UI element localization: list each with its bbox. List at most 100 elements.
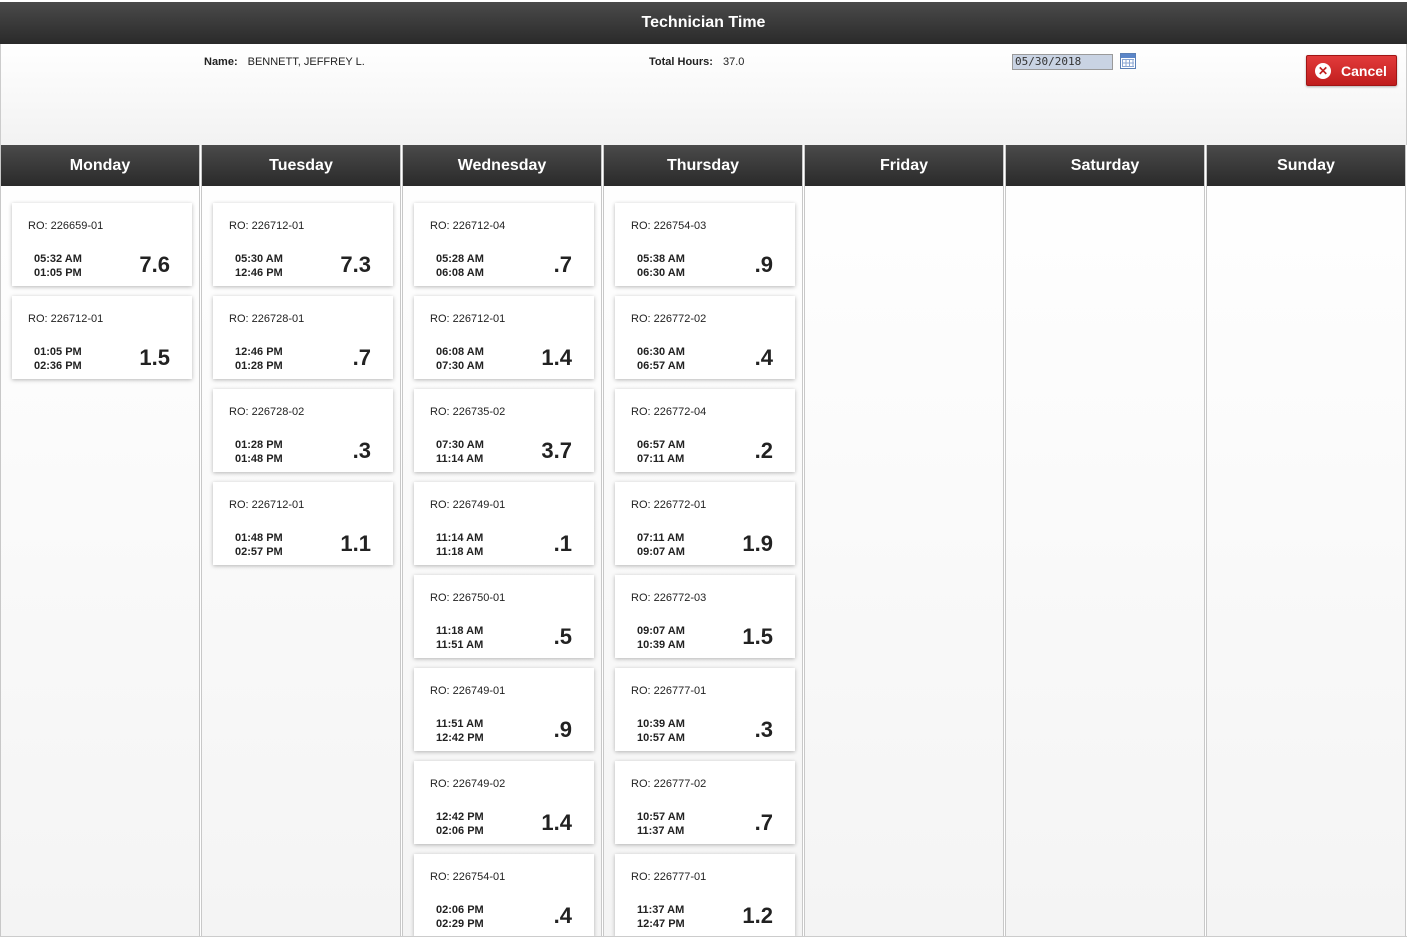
time-entry-card[interactable]: RO: 226749-01 11:51 AM 12:42 PM .9 [414,668,594,751]
repair-order-number: RO: 226772-01 [631,499,707,511]
close-circle-icon: ✕ [1315,62,1331,79]
repair-order-number: RO: 226712-01 [229,220,305,232]
time-entry-card[interactable]: RO: 226712-04 05:28 AM 06:08 AM .7 [414,203,594,286]
day-header: Friday [805,145,1003,186]
entry-list: RO: 226712-04 05:28 AM 06:08 AM .7 RO: 22671… [403,186,601,937]
time-entry-card[interactable]: RO: 226772-03 09:07 AM 10:39 AM 1.5 [615,575,795,658]
entry-hours: 1.5 [742,624,773,649]
cancel-button[interactable]: ✕ Cancel [1306,55,1397,86]
time-entry-card[interactable]: RO: 226750-01 11:18 AM 11:51 AM .5 [414,575,594,658]
time-entry-card[interactable]: RO: 226754-03 05:38 AM 06:30 AM .9 [615,203,795,286]
time-range: 05:38 AM 06:30 AM [637,252,685,280]
time-entry-card[interactable]: RO: 226749-02 12:42 PM 02:06 PM 1.4 [414,761,594,844]
start-time: 10:39 AM [637,718,685,730]
day-header: Monday [1,145,199,186]
time-entry-card[interactable]: RO: 226712-01 05:30 AM 12:46 PM 7.3 [213,203,393,286]
entry-hours: .4 [754,345,773,370]
start-time: 11:18 AM [436,625,484,637]
end-time: 09:07 AM [637,546,685,558]
repair-order-number: RO: 226777-02 [631,778,707,790]
start-time: 05:28 AM [436,253,484,265]
day-header: Thursday [604,145,802,186]
time-entry-card[interactable]: RO: 226772-01 07:11 AM 09:07 AM 1.9 [615,482,795,565]
start-time: 10:57 AM [637,811,685,823]
entry-list: RO: 226659-01 05:32 AM 01:05 PM 7.6 RO: 2267… [1,186,199,379]
header-panel: Name: BENNETT, JEFFREY L. Total Hours: 3… [0,44,1407,145]
calendar-icon[interactable] [1120,53,1136,69]
time-range: 05:28 AM 06:08 AM [436,252,484,280]
time-range: 10:57 AM 11:37 AM [637,810,685,838]
repair-order-number: RO: 226712-01 [430,313,506,325]
start-time: 05:32 AM [34,253,82,265]
day-column-monday: Monday RO: 226659-01 05:32 AM 01:05 PM 7.6 RO… [0,145,200,937]
total-hours-field: Total Hours: 37.0 [649,56,744,68]
start-time: 11:37 AM [637,904,685,916]
entry-hours: .9 [553,717,572,742]
end-time: 02:57 PM [235,546,283,558]
end-time: 11:37 AM [637,825,685,837]
day-column-sunday: Sunday [1206,145,1406,937]
repair-order-number: RO: 226712-04 [430,220,506,232]
time-entry-card[interactable]: RO: 226735-02 07:30 AM 11:14 AM 3.7 [414,389,594,472]
repair-order-number: RO: 226728-01 [229,313,305,325]
end-time: 11:18 AM [436,546,484,558]
title-bar: Technician Time [0,2,1407,44]
start-time: 06:57 AM [637,439,685,451]
entry-hours: 7.3 [340,252,371,277]
repair-order-number: RO: 226712-01 [28,313,104,325]
time-range: 11:14 AM 11:18 AM [436,531,483,559]
total-hours-label: Total Hours: [649,56,713,68]
entry-hours: 3.7 [541,438,572,463]
time-entry-card[interactable]: RO: 226712-01 06:08 AM 07:30 AM 1.4 [414,296,594,379]
entry-hours: 1.4 [541,810,572,835]
time-entry-card[interactable]: RO: 226659-01 05:32 AM 01:05 PM 7.6 [12,203,192,286]
date-input[interactable]: 05/30/2018 [1012,54,1113,70]
time-entry-card[interactable]: RO: 226728-02 01:28 PM 01:48 PM .3 [213,389,393,472]
time-range: 05:32 AM 01:05 PM [34,252,82,280]
start-time: 06:08 AM [436,346,484,358]
time-range: 06:57 AM 07:11 AM [637,438,685,466]
entry-hours: 1.9 [742,531,773,556]
time-entry-card[interactable]: RO: 226754-01 02:06 PM 02:29 PM .4 [414,854,594,937]
entry-hours: 7.6 [139,252,170,277]
end-time: 11:14 AM [436,453,484,465]
entry-hours: 1.4 [541,345,572,370]
time-entry-card[interactable]: RO: 226712-01 01:48 PM 02:57 PM 1.1 [213,482,393,565]
time-entry-card[interactable]: RO: 226777-01 11:37 AM 12:47 PM 1.2 [615,854,795,937]
day-column-tuesday: Tuesday RO: 226712-01 05:30 AM 12:46 PM 7.3 R… [201,145,401,937]
end-time: 01:05 PM [34,267,82,279]
time-range: 07:30 AM 11:14 AM [436,438,484,466]
repair-order-number: RO: 226749-01 [430,685,506,697]
entry-hours: .7 [553,252,572,277]
end-time: 11:51 AM [436,639,484,651]
repair-order-number: RO: 226754-03 [631,220,707,232]
time-entry-card[interactable]: RO: 226749-01 11:14 AM 11:18 AM .1 [414,482,594,565]
time-range: 01:05 PM 02:36 PM [34,345,82,373]
entry-hours: .1 [553,531,572,556]
start-time: 12:42 PM [436,811,484,823]
time-entry-card[interactable]: RO: 226777-02 10:57 AM 11:37 AM .7 [615,761,795,844]
day-column-friday: Friday [804,145,1004,937]
end-time: 06:08 AM [436,267,484,279]
entry-hours: .7 [352,345,371,370]
day-header: Sunday [1207,145,1405,186]
time-entry-card[interactable]: RO: 226712-01 01:05 PM 02:36 PM 1.5 [12,296,192,379]
start-time: 11:51 AM [436,718,484,730]
time-entry-card[interactable]: RO: 226728-01 12:46 PM 01:28 PM .7 [213,296,393,379]
time-entry-card[interactable]: RO: 226772-04 06:57 AM 07:11 AM .2 [615,389,795,472]
end-time: 01:28 PM [235,360,283,372]
time-entry-card[interactable]: RO: 226777-01 10:39 AM 10:57 AM .3 [615,668,795,751]
time-entry-card[interactable]: RO: 226772-02 06:30 AM 06:57 AM .4 [615,296,795,379]
start-time: 01:28 PM [235,439,283,451]
entry-list [805,186,1003,203]
total-hours-value: 37.0 [722,56,745,68]
entry-hours: .3 [352,438,371,463]
end-time: 12:46 PM [235,267,283,279]
end-time: 07:30 AM [436,360,484,372]
end-time: 10:57 AM [637,732,685,744]
entry-list [1006,186,1204,203]
end-time: 02:29 PM [436,918,484,930]
time-range: 09:07 AM 10:39 AM [637,624,685,652]
start-time: 06:30 AM [637,346,685,358]
start-time: 09:07 AM [637,625,685,637]
